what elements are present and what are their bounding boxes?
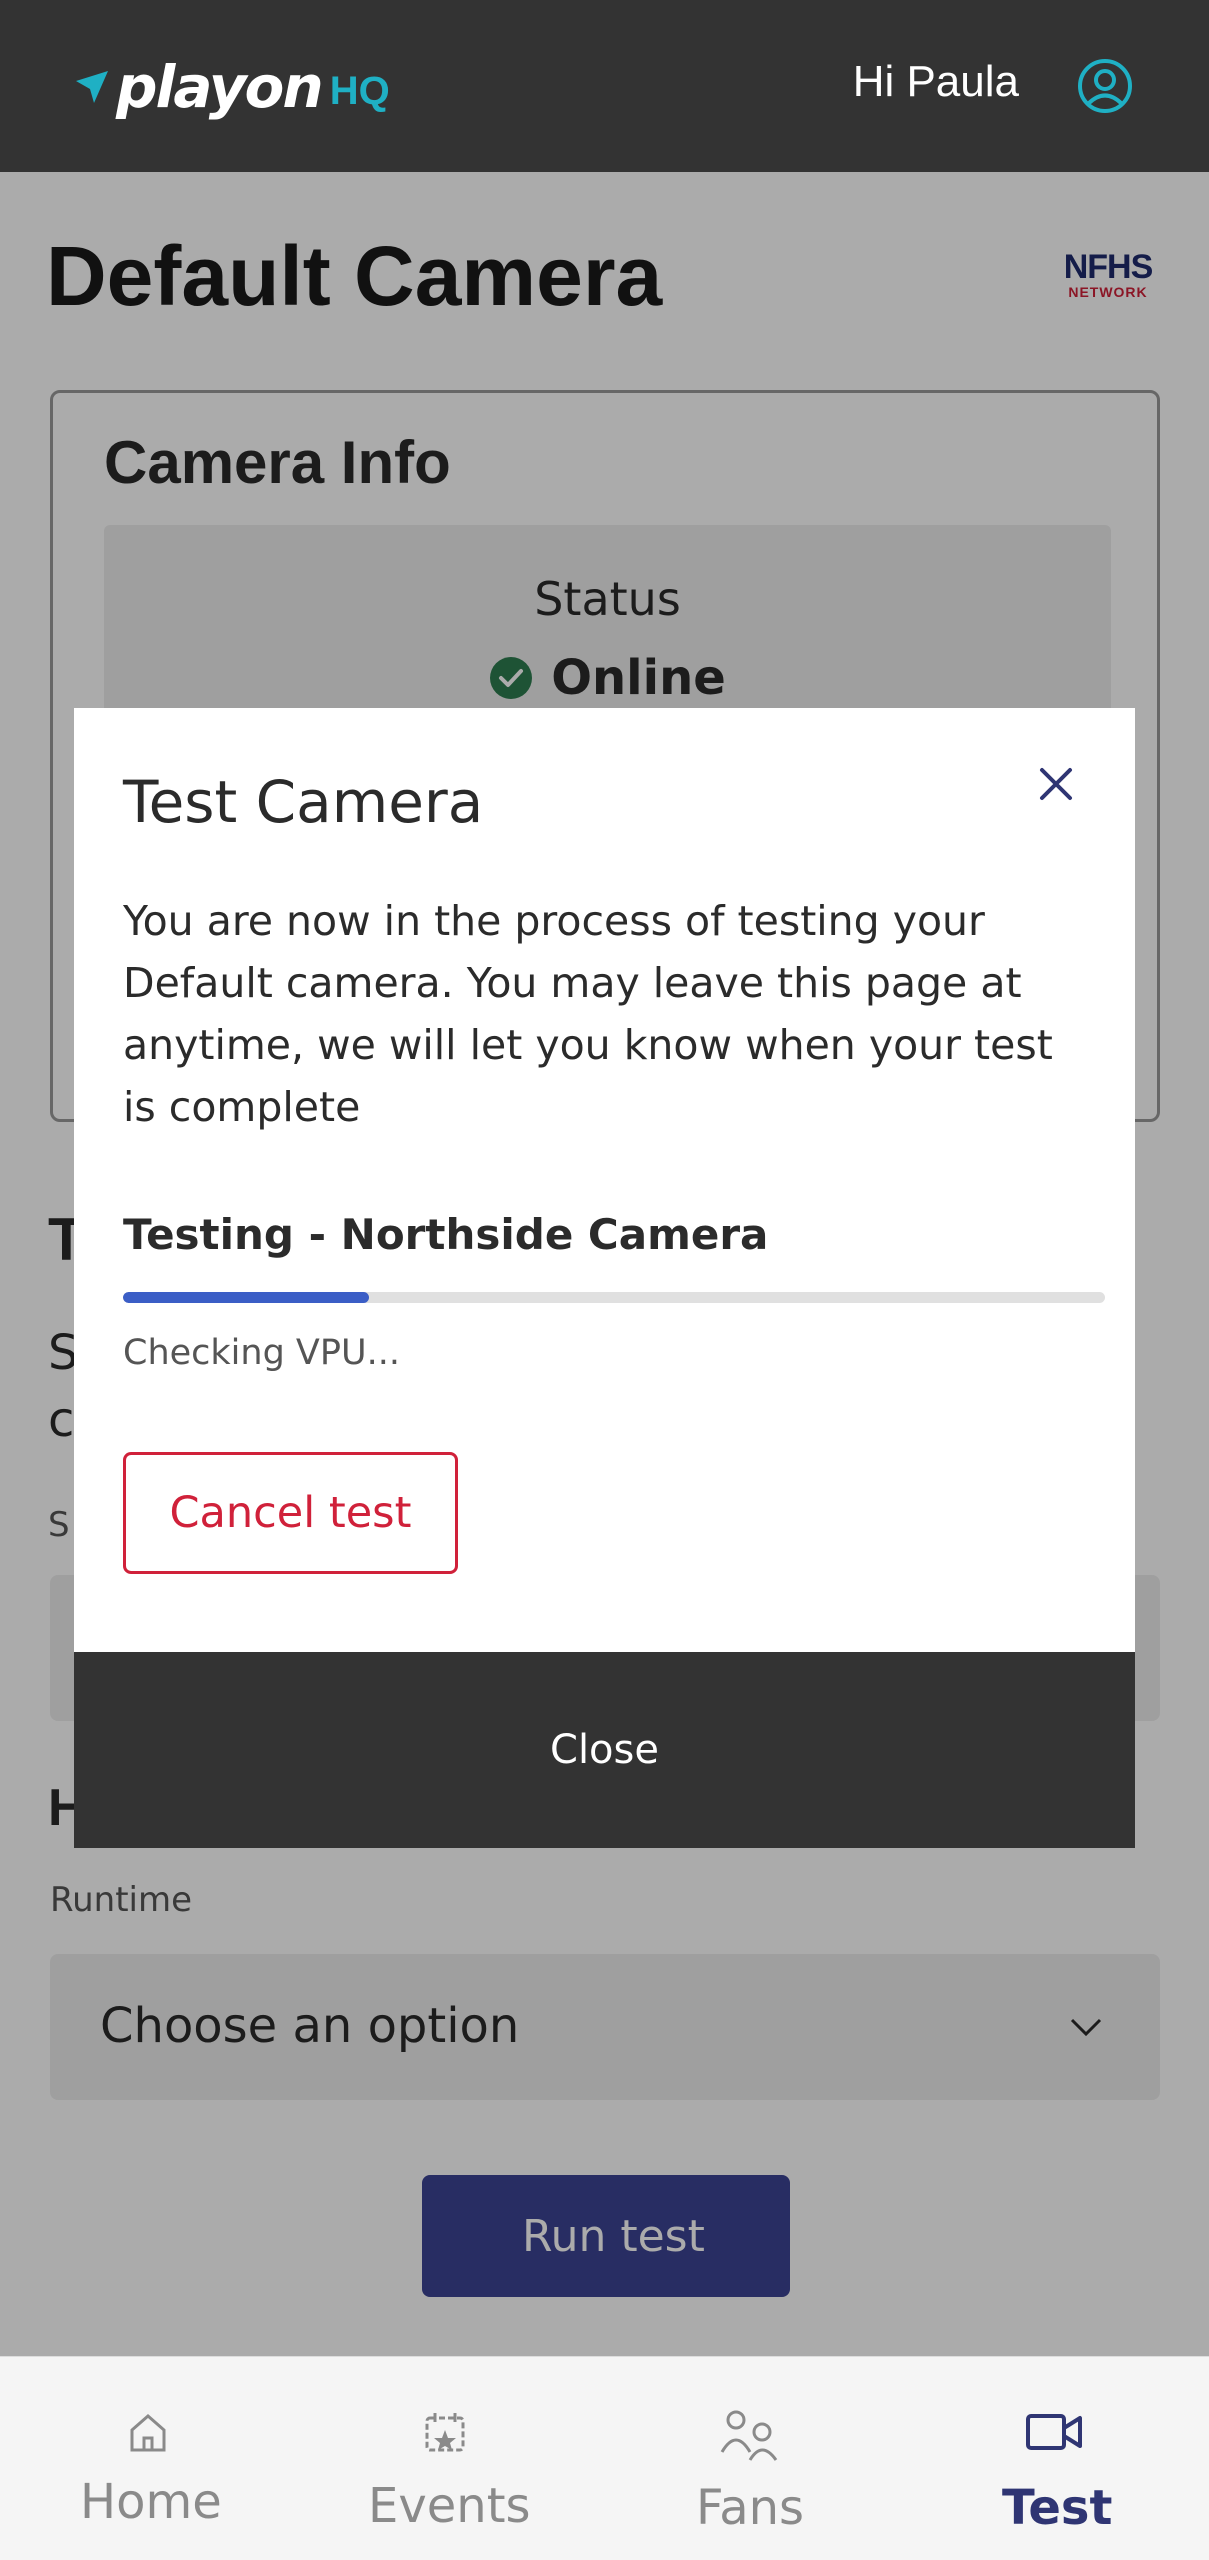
logo-suffix: HQ (329, 68, 390, 113)
app-header: playon HQ Hi Paula (0, 0, 1209, 172)
user-greeting: Hi Paula (852, 57, 1019, 106)
modal-close-button[interactable]: Close (74, 1652, 1135, 1848)
nav-item-events[interactable]: Events (350, 2356, 540, 2560)
modal-description: You are now in the process of testing yo… (123, 897, 1053, 1131)
close-icon[interactable] (1034, 762, 1078, 806)
nav-item-home[interactable]: Home (60, 2356, 236, 2560)
test-progress-fill (123, 1292, 369, 1303)
test-progress-bar (123, 1292, 1105, 1303)
home-icon (130, 2414, 166, 2452)
user-avatar-icon[interactable] (1077, 58, 1133, 114)
people-icon (720, 2410, 778, 2461)
calendar-star-icon (425, 2413, 465, 2452)
nav-label-home: Home (80, 2474, 222, 2530)
nav-label-events: Events (368, 2478, 531, 2534)
paper-plane-icon (76, 71, 108, 103)
testing-camera-label: Testing - Northside Camera (123, 1210, 769, 1259)
cancel-test-button[interactable]: Cancel test (123, 1452, 458, 1574)
progress-status-text: Checking VPU... (123, 1333, 400, 1373)
nav-item-test[interactable]: Test (990, 2356, 1120, 2560)
nav-item-fans[interactable]: Fans (680, 2356, 820, 2560)
nav-label-test: Test (1002, 2480, 1113, 2536)
video-camera-icon (1026, 2414, 1082, 2450)
logo-text: playon (116, 53, 324, 121)
playon-logo[interactable]: playon HQ (72, 52, 390, 122)
nav-label-fans: Fans (696, 2480, 805, 2536)
modal-title: Test Camera (123, 768, 484, 836)
